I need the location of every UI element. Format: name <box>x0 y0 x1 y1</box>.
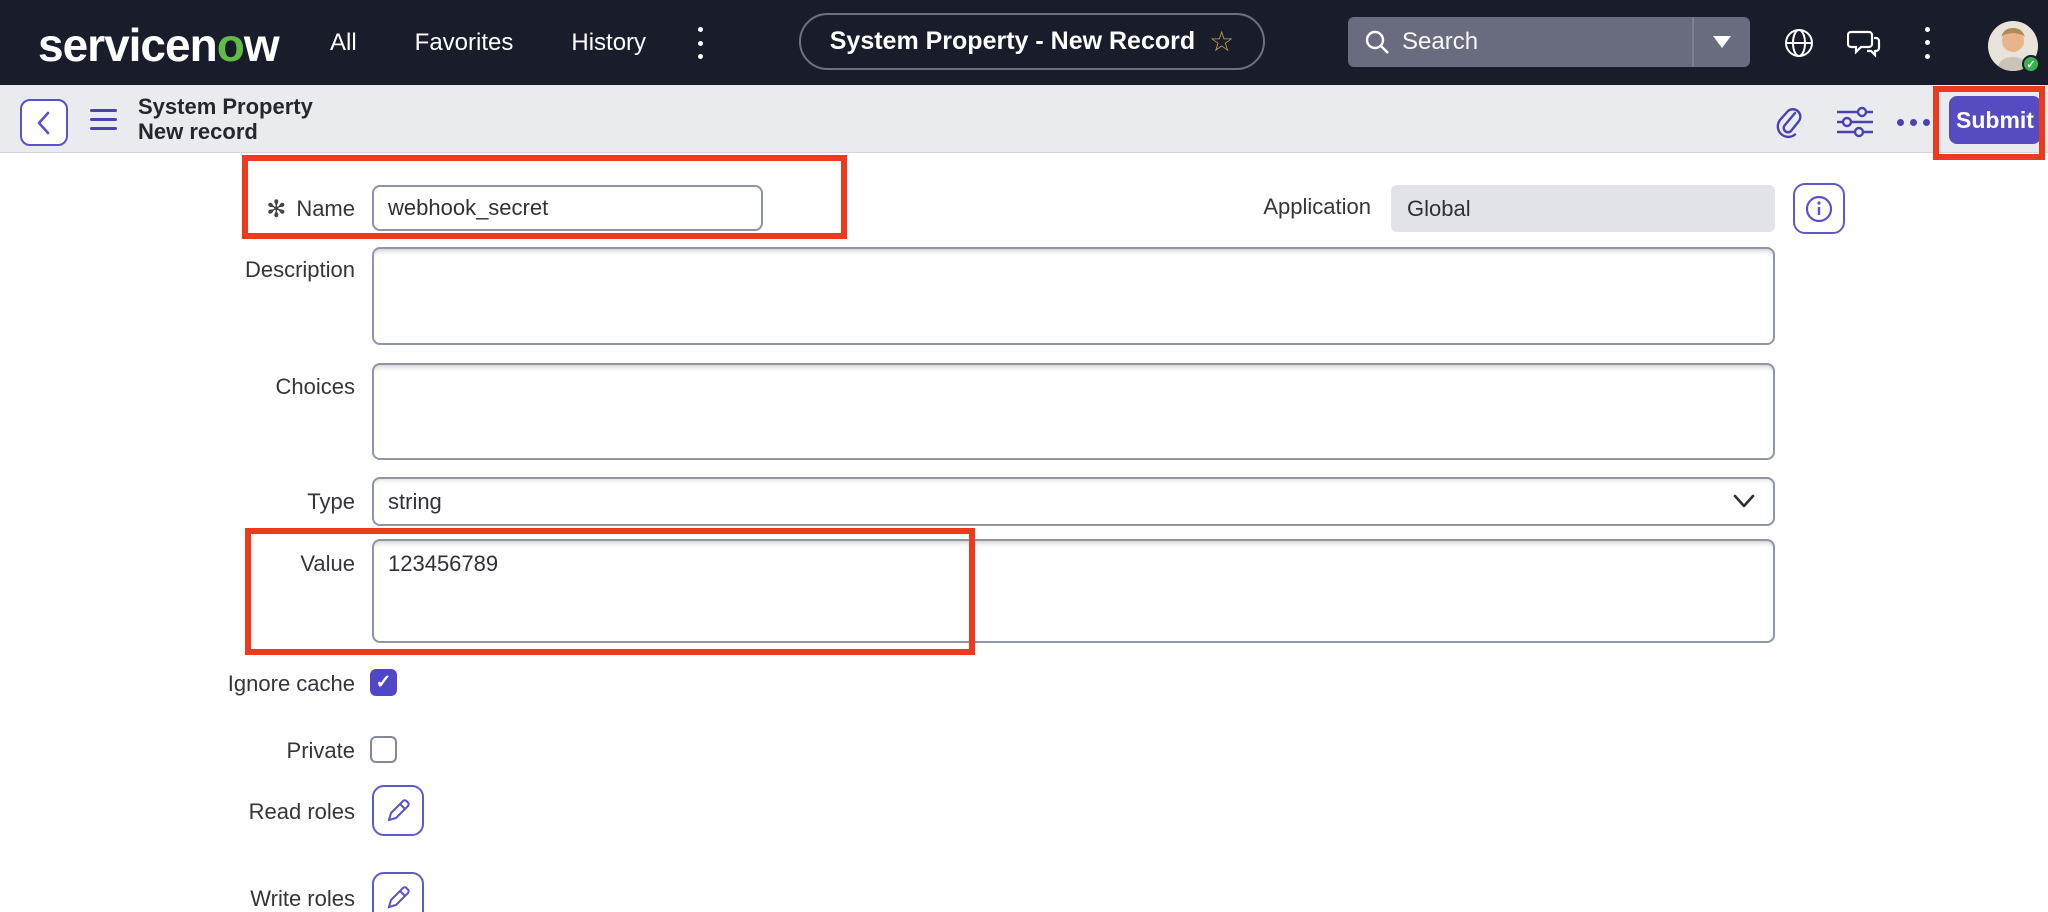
description-textarea[interactable] <box>372 247 1775 345</box>
description-label: Description <box>0 257 355 283</box>
form-toolbar: System Property New record Submit <box>0 85 2048 153</box>
type-select[interactable]: string <box>372 477 1775 526</box>
value-textarea[interactable]: 123456789 <box>372 539 1775 643</box>
top-nav-bar: servicenow All Favorites History System … <box>0 0 2048 85</box>
ignore-cache-checkbox[interactable]: ✓ <box>370 669 397 696</box>
avatar[interactable]: ✓ <box>1988 21 2038 71</box>
private-checkbox[interactable] <box>370 736 397 763</box>
submit-button[interactable]: Submit <box>1949 96 2041 144</box>
write-roles-label: Write roles <box>0 886 355 912</box>
name-label: ✻Name <box>0 194 355 223</box>
pencil-icon <box>384 884 412 912</box>
nav-item-all[interactable]: All <box>330 29 357 57</box>
logo-text: servicen <box>38 19 217 71</box>
type-label: Type <box>0 489 355 515</box>
personalize-form-sliders-icon[interactable] <box>1832 99 1878 145</box>
chevron-down-icon <box>1713 36 1731 48</box>
choices-textarea[interactable] <box>372 363 1775 460</box>
ignore-cache-label: Ignore cache <box>0 671 355 697</box>
favorite-star-icon[interactable]: ☆ <box>1209 28 1234 56</box>
private-label: Private <box>0 738 355 764</box>
servicenow-logo[interactable]: servicenow <box>38 18 279 72</box>
name-input[interactable] <box>372 185 763 231</box>
info-icon <box>1804 194 1834 224</box>
chevron-down-icon <box>1733 493 1755 509</box>
application-readonly-field: Global <box>1391 185 1775 232</box>
current-tab-pill[interactable]: System Property - New Record ☆ <box>799 13 1265 70</box>
page-title: System Property New record <box>138 94 313 144</box>
read-roles-label: Read roles <box>0 799 355 825</box>
type-selected-value: string <box>388 489 442 515</box>
global-search-box[interactable] <box>1348 17 1750 67</box>
application-label: Application <box>1016 194 1371 220</box>
nav-more-menu-icon[interactable] <box>694 27 706 59</box>
user-menu-kebab-icon[interactable] <box>1905 0 1949 85</box>
logo-green-o: o <box>217 19 244 71</box>
application-value: Global <box>1407 196 1471 222</box>
value-label: Value <box>0 551 355 577</box>
required-marker: ✻ <box>266 196 286 223</box>
logo-text-end: w <box>244 19 279 71</box>
globe-icon[interactable] <box>1777 0 1821 85</box>
more-options-icon[interactable] <box>1890 99 1936 145</box>
search-input[interactable] <box>1402 28 1692 56</box>
chat-icon[interactable] <box>1842 0 1886 85</box>
primary-nav: All Favorites History <box>330 0 646 85</box>
attachment-paperclip-icon[interactable] <box>1766 99 1812 145</box>
pencil-icon <box>384 797 412 825</box>
chevron-left-icon <box>34 110 54 136</box>
check-icon: ✓ <box>376 671 392 694</box>
search-icon <box>1364 29 1390 55</box>
search-scope-dropdown[interactable] <box>1694 17 1750 67</box>
form-content: ✻Name Application Global Description Cho… <box>0 153 2048 912</box>
tab-title: System Property - New Record <box>830 27 1195 56</box>
page-title-line1: System Property <box>138 94 313 119</box>
page-title-line2: New record <box>138 119 313 144</box>
write-roles-edit-button[interactable] <box>372 872 424 912</box>
nav-item-history[interactable]: History <box>571 29 646 57</box>
form-context-menu-icon[interactable] <box>90 109 117 130</box>
read-roles-edit-button[interactable] <box>372 785 424 836</box>
back-button[interactable] <box>20 99 68 146</box>
nav-item-favorites[interactable]: Favorites <box>415 29 514 57</box>
application-info-button[interactable] <box>1793 183 1845 234</box>
servicenow-app: servicenow All Favorites History System … <box>0 0 2048 912</box>
status-online-badge: ✓ <box>2022 55 2040 73</box>
choices-label: Choices <box>0 374 355 400</box>
